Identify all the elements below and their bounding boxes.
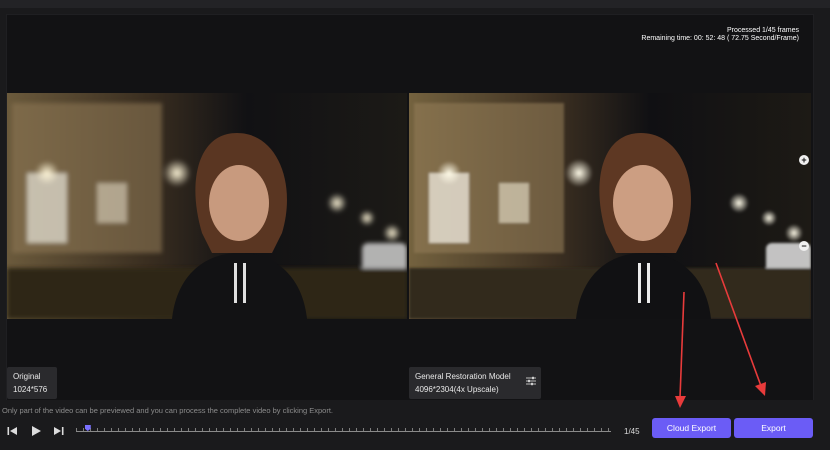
- frame-counter: 1/45: [624, 427, 640, 436]
- export-button[interactable]: Export: [734, 418, 813, 438]
- play-icon[interactable]: [30, 425, 42, 437]
- preview-area: Processed 1/45 frames Remaining time: 00…: [6, 14, 814, 401]
- zoom-in-button[interactable]: +: [799, 155, 809, 165]
- sliders-icon[interactable]: [526, 376, 536, 386]
- processed-frames-text: Processed 1/45 frames: [727, 27, 799, 34]
- skip-forward-icon[interactable]: [53, 425, 65, 437]
- original-resolution: 1024*576: [13, 385, 48, 394]
- cloud-export-button[interactable]: Cloud Export: [652, 418, 731, 438]
- preview-notice: Only part of the video can be previewed …: [2, 406, 334, 415]
- timeline-track: [76, 431, 611, 432]
- restored-frame-image: [409, 93, 811, 319]
- zoom-out-button[interactable]: −: [799, 241, 809, 251]
- original-info-label: Original 1024*576: [7, 367, 57, 399]
- skip-back-icon[interactable]: [6, 425, 18, 437]
- original-frame-image: [7, 93, 407, 319]
- original-video-frame: [7, 93, 407, 319]
- model-name: General Restoration Model: [415, 372, 511, 381]
- processing-status: Processed 1/45 frames Remaining time: 00…: [641, 27, 799, 43]
- original-title: Original: [13, 372, 41, 381]
- top-bar: [0, 0, 830, 8]
- output-resolution: 4096*2304(4x Upscale): [415, 385, 499, 394]
- timeline-slider[interactable]: [76, 425, 611, 436]
- restored-video-frame: [409, 93, 811, 319]
- model-info-label: General Restoration Model 4096*2304(4x U…: [409, 367, 541, 399]
- remaining-time-text: Remaining time: 00: 52: 48 ( 72.75 Secon…: [641, 35, 799, 42]
